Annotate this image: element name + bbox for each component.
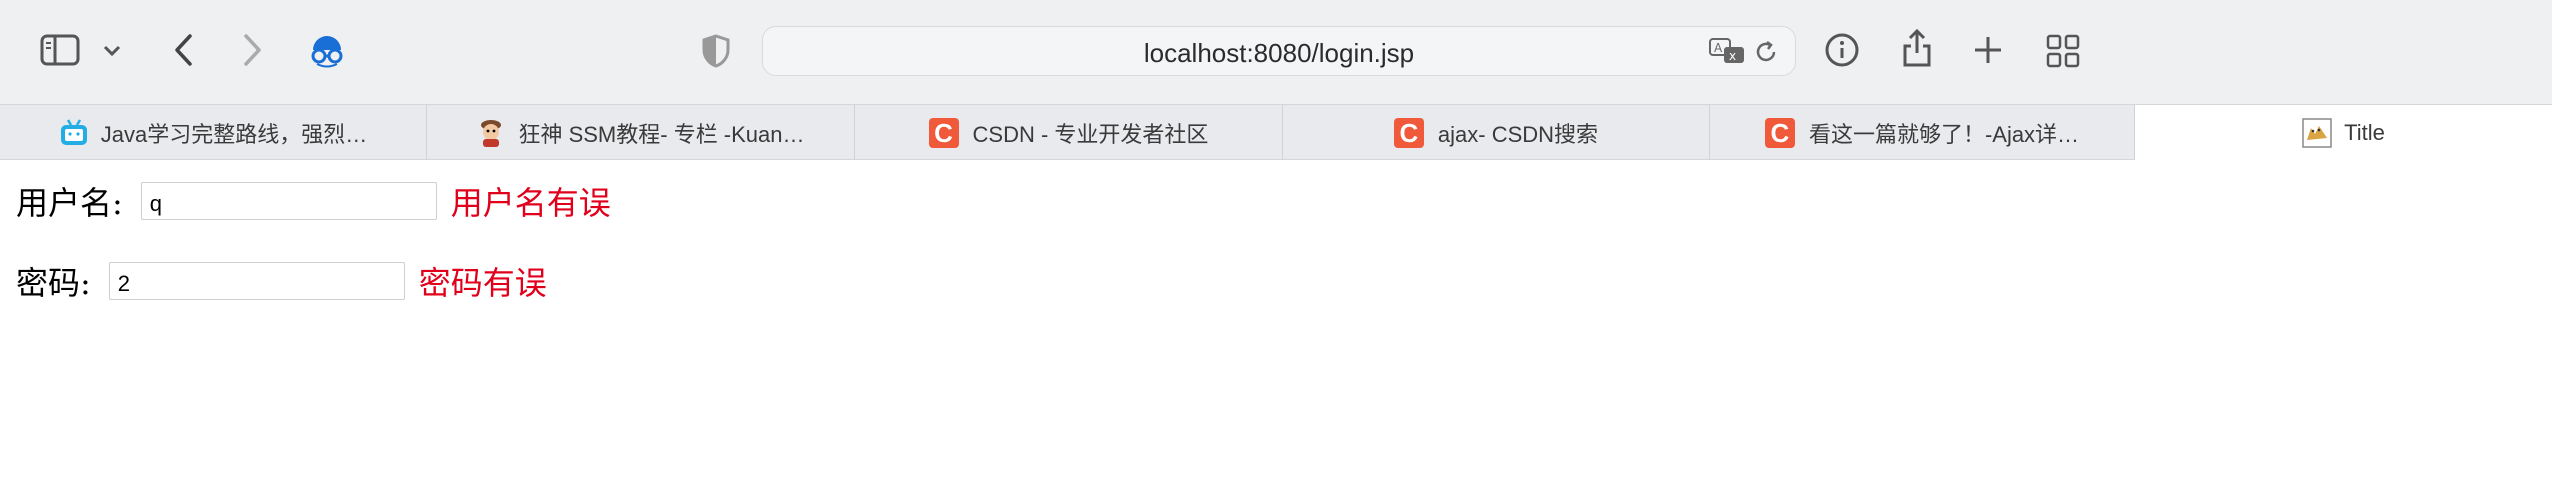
username-error: 用户名有误: [450, 184, 611, 222]
tab-overview-icon[interactable]: [2044, 32, 2082, 70]
forward-icon[interactable]: [236, 30, 270, 70]
tab-csdn-search[interactable]: C ajax- CSDN搜索: [1283, 105, 1710, 161]
bilibili-icon: [59, 118, 89, 148]
plus-icon[interactable]: [1970, 32, 2006, 68]
tab-title: 看这一篇就够了！-Ajax详…: [1808, 122, 2080, 147]
password-row: 密码: 密码有误: [16, 258, 547, 304]
csdn-icon: C: [928, 118, 959, 148]
tab-title: Title: [2344, 120, 2385, 145]
address-bar[interactable]: localhost:8080/login.jsp Ax: [762, 26, 1796, 76]
username-label: 用户名:: [16, 184, 123, 222]
page-content: 用户名: 用户名有误 密码: 密码有误: [0, 160, 2552, 488]
tab-title-active[interactable]: Title: [2135, 105, 2552, 161]
password-error: 密码有误: [418, 264, 547, 302]
shield-icon[interactable]: [698, 32, 734, 70]
username-input[interactable]: [140, 182, 437, 220]
csdn-icon: C: [1764, 118, 1795, 148]
browser-toolbar: localhost:8080/login.jsp Ax: [0, 0, 2552, 104]
url-text: localhost:8080/login.jsp: [1143, 38, 1415, 68]
tomcat-icon: [2302, 118, 2332, 148]
sidebar-icon[interactable]: [38, 32, 82, 68]
chevron-down-icon[interactable]: [100, 40, 124, 62]
translate-icon[interactable]: Ax: [1707, 36, 1747, 66]
share-icon[interactable]: [1898, 26, 1936, 70]
tab-java[interactable]: Java学习完整路线，强烈…: [0, 105, 427, 161]
tab-title: Java学习完整路线，强烈…: [100, 122, 368, 147]
svg-text:x: x: [1729, 49, 1736, 63]
tab-ssm[interactable]: 狂神 SSM教程- 专栏 -Kuan…: [427, 105, 855, 161]
tab-title: 狂神 SSM教程- 专栏 -Kuan…: [518, 122, 805, 147]
csdn-icon: C: [1393, 118, 1424, 148]
svg-text:A: A: [1714, 41, 1723, 55]
username-row: 用户名: 用户名有误: [16, 178, 611, 224]
tab-title: CSDN - 专业开发者社区: [972, 122, 1209, 147]
back-icon[interactable]: [166, 30, 200, 70]
tab-ajax-article[interactable]: C 看这一篇就够了！-Ajax详…: [1710, 105, 2135, 161]
avatar-icon: [476, 118, 506, 148]
tab-csdn-home[interactable]: C CSDN - 专业开发者社区: [855, 105, 1283, 161]
info-icon[interactable]: [1822, 30, 1862, 70]
password-label: 密码:: [16, 264, 91, 302]
reload-icon[interactable]: [1751, 38, 1781, 66]
profile-icon[interactable]: [305, 28, 349, 72]
tab-title: ajax- CSDN搜索: [1437, 122, 1599, 147]
tab-bar: Java学习完整路线，强烈… 狂神 SSM教程- 专栏 -Kuan… C CSD…: [0, 104, 2552, 161]
password-input[interactable]: [108, 262, 405, 300]
